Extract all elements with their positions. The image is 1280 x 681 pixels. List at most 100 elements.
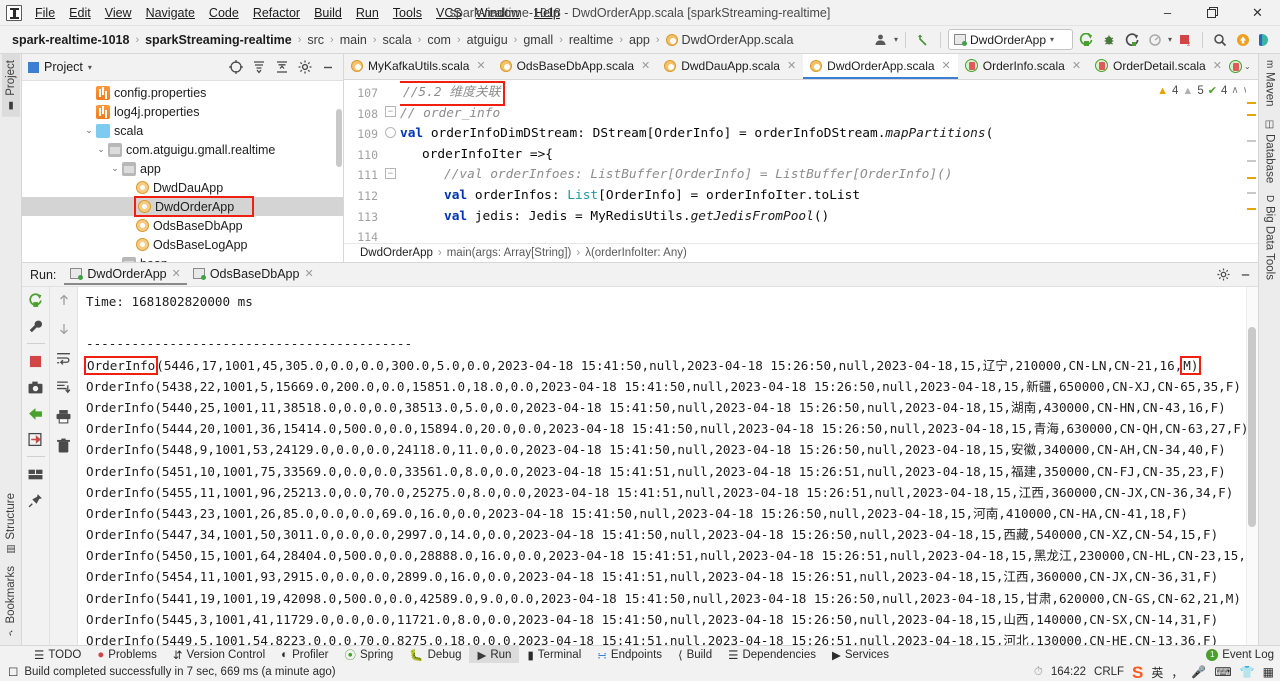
run-icon[interactable]	[1076, 29, 1096, 51]
tool-button-terminal[interactable]: ▮ Terminal	[519, 646, 589, 664]
console-scrollbar-thumb[interactable]	[1248, 327, 1256, 527]
tool-button-todo[interactable]: ☰ TODO	[26, 646, 89, 664]
project-tree[interactable]: config.properties log4j.properties ⌄ sca…	[22, 81, 343, 264]
line-separator[interactable]: CRLF	[1094, 666, 1124, 678]
menu-item-run[interactable]: Run	[349, 3, 386, 23]
skin-icon[interactable]: 👕	[1240, 665, 1255, 679]
close-icon[interactable]: ✕	[641, 59, 650, 72]
tool-button-build[interactable]: ⟨ Build	[670, 646, 720, 664]
editor-breadcrumb-object[interactable]: DwdOrderApp	[360, 247, 433, 259]
menu-item-edit[interactable]: Edit	[62, 3, 98, 23]
camera-icon[interactable]	[27, 378, 45, 396]
fold-marker-icon[interactable]	[385, 127, 396, 138]
code-editor[interactable]: 107 108 109 110 111 112 113 114 − − //5.…	[344, 80, 1258, 264]
chevron-down-icon[interactable]: ⌄	[108, 163, 122, 174]
breadcrumb[interactable]: spark-realtime-1018 › sparkStreaming-rea…	[10, 32, 871, 48]
profiler-icon[interactable]	[1145, 29, 1165, 51]
user-dropdown-caret[interactable]: ▾	[894, 35, 898, 44]
close-icon[interactable]: ✕	[172, 267, 181, 280]
editor-gutter[interactable]: 107 108 109 110 111 112 113 114 − −	[344, 80, 400, 264]
event-log-area[interactable]: 1 Event Log	[1206, 648, 1280, 661]
tree-item-dwdorderapp[interactable]: DwdOrderApp	[22, 196, 343, 217]
editor-tab-orderinfo[interactable]: OrderInfo.scala ✕	[958, 54, 1088, 79]
tool-button-profiler[interactable]: ◐ Profiler	[273, 646, 336, 664]
sidebar-tab-bookmarks[interactable]: ♪ Bookmarks	[2, 560, 20, 645]
tree-item-odsbasedbapp[interactable]: OdsBaseDbApp	[22, 216, 343, 235]
scroll-to-end-icon[interactable]	[55, 378, 73, 396]
ide-icon[interactable]	[1256, 29, 1276, 51]
editor-tab-mykafkautils[interactable]: MyKafkaUtils.scala ✕	[344, 54, 493, 79]
user-icon[interactable]	[871, 29, 891, 51]
run-tab-odsbasedbapp[interactable]: OdsBaseDbApp ✕	[187, 265, 320, 285]
prev-problem-icon[interactable]: ∧	[1231, 85, 1238, 96]
tree-item-package-app[interactable]: ⌄ app	[22, 159, 343, 178]
sidebar-tab-project[interactable]: ▮ Project	[1, 54, 20, 117]
close-icon[interactable]: ✕	[942, 59, 951, 72]
caret-position[interactable]: 164:22	[1051, 666, 1086, 678]
soft-wrap-icon[interactable]	[55, 349, 73, 367]
console-scrollbar-track[interactable]	[1246, 287, 1258, 645]
locate-icon[interactable]	[227, 58, 245, 76]
sidebar-tab-database[interactable]: ◫ Database	[1261, 113, 1279, 189]
back-arrow-icon[interactable]	[913, 29, 933, 51]
menu-item-navigate[interactable]: Navigate	[139, 3, 202, 23]
fold-marker-icon[interactable]: −	[385, 168, 396, 179]
tool-button-problems[interactable]: ● Problems	[89, 646, 165, 664]
sidebar-tab-maven[interactable]: m Maven	[1261, 54, 1279, 113]
sidebar-tab-structure[interactable]: ▤ Structure	[2, 487, 20, 561]
tool-button-debug[interactable]: 🐛 Debug	[401, 646, 469, 664]
tree-item-config-properties[interactable]: config.properties	[22, 83, 343, 102]
menu-item-build[interactable]: Build	[307, 3, 349, 23]
profiler-dropdown-caret[interactable]: ▾	[1168, 35, 1172, 44]
menu-item-code[interactable]: Code	[202, 3, 246, 23]
tab-overflow-chevron-icon[interactable]: ⌄	[1244, 62, 1251, 71]
stop-icon[interactable]	[27, 352, 45, 370]
tree-item-odsbaselogapp[interactable]: OdsBaseLogApp	[22, 235, 343, 254]
pin-icon[interactable]	[27, 491, 45, 509]
run-tab-dwdorderapp[interactable]: DwdOrderApp ✕	[64, 265, 187, 285]
editor-tab-odsbasedbapp[interactable]: OdsBaseDbApp.scala ✕	[493, 54, 658, 79]
breadcrumb-file[interactable]: DwdOrderApp.scala	[664, 32, 796, 48]
breadcrumb-scala[interactable]: scala	[380, 32, 413, 48]
minimize-button[interactable]: –	[1145, 0, 1190, 26]
close-icon[interactable]: ✕	[476, 59, 485, 72]
tree-item-package-realtime[interactable]: ⌄ com.atguigu.gmall.realtime	[22, 140, 343, 159]
tree-item-log4j-properties[interactable]: log4j.properties	[22, 102, 343, 121]
code-lines[interactable]: //5.2 维度关联 // order_info val orderInfoDi…	[400, 80, 1258, 264]
editor-tab-orderdetail[interactable]: OrderDetail.scala ✕	[1088, 54, 1229, 79]
menu-item-help[interactable]: Help	[527, 3, 567, 23]
export-icon[interactable]	[27, 430, 45, 448]
menu-bar[interactable]: File Edit View Navigate Code Refactor Bu…	[28, 3, 567, 23]
fold-marker-icon[interactable]: −	[385, 106, 396, 117]
project-tree-scrollbar[interactable]	[336, 109, 342, 167]
tool-button-version-control[interactable]: ⇵ Version Control	[165, 646, 273, 664]
coverage-icon[interactable]	[1122, 29, 1142, 51]
up-arrow-icon[interactable]	[55, 291, 73, 309]
chevron-down-icon[interactable]: ▾	[88, 63, 92, 72]
breadcrumb-module[interactable]: sparkStreaming-realtime	[143, 32, 294, 48]
mic-icon[interactable]: 🎤	[1191, 665, 1206, 679]
breadcrumb-src[interactable]: src	[305, 32, 326, 48]
tool-button-endpoints[interactable]: ∺ Endpoints	[589, 646, 670, 664]
punctuation-icon[interactable]: ，	[1171, 664, 1183, 681]
breadcrumb-realtime[interactable]: realtime	[567, 32, 615, 48]
trash-icon[interactable]	[55, 436, 73, 454]
tool-button-services[interactable]: ▶ Services	[824, 646, 897, 664]
layout-icon[interactable]	[27, 465, 45, 483]
breadcrumb-gmall[interactable]: gmall	[521, 32, 555, 48]
thread-dump-icon[interactable]	[27, 404, 45, 422]
editor-breadcrumb-lambda[interactable]: λ(orderInfoIter: Any)	[585, 247, 687, 259]
breadcrumb-project[interactable]: spark-realtime-1018	[10, 32, 131, 48]
minimize-icon[interactable]	[319, 58, 337, 76]
inspection-widget[interactable]: ▲ 4 ▲ 5 ✔ 4 ∧ ∨	[1157, 84, 1250, 98]
print-icon[interactable]	[55, 407, 73, 425]
wrench-icon[interactable]	[27, 317, 45, 335]
keyboard-icon[interactable]: ⌨	[1214, 665, 1231, 679]
tool-button-spring[interactable]: ⦿ Spring	[337, 646, 402, 664]
window-controls[interactable]: – ✕	[1145, 0, 1280, 26]
collapse-all-icon[interactable]	[273, 58, 291, 76]
run-configuration-selector[interactable]: DwdOrderApp ▾	[947, 29, 1073, 50]
rerun-icon[interactable]	[27, 291, 45, 309]
maximize-button[interactable]	[1190, 0, 1235, 26]
console-output[interactable]: Time: 1681802820000 ms -----------------…	[78, 287, 1258, 645]
